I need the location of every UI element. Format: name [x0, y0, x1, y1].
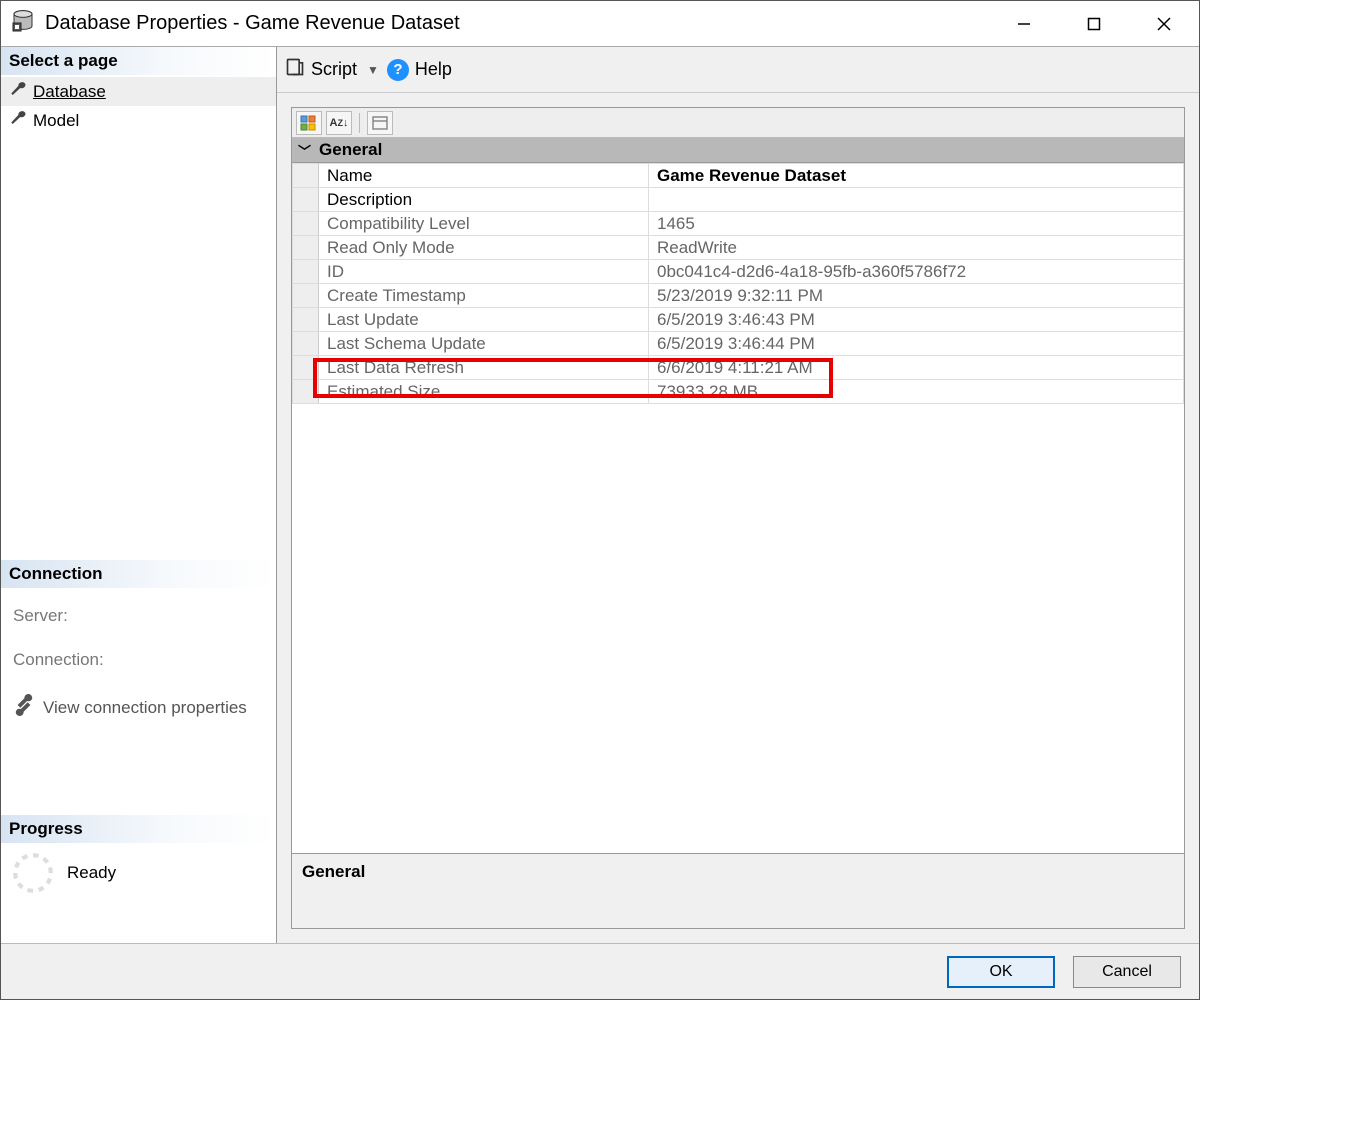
- connection-label: Connection:: [13, 650, 264, 670]
- minimize-button[interactable]: [989, 1, 1059, 46]
- property-row[interactable]: NameGame Revenue Dataset: [293, 164, 1184, 188]
- property-value: 0bc041c4-d2d6-4a18-95fb-a360f5786f72: [649, 260, 1184, 284]
- alphabetical-button[interactable]: AZ↓: [326, 111, 352, 135]
- property-name: Create Timestamp: [319, 284, 649, 308]
- property-row[interactable]: Read Only ModeReadWrite: [293, 236, 1184, 260]
- wrench-icon: [9, 80, 27, 103]
- help-button[interactable]: ? Help: [387, 59, 452, 81]
- property-value[interactable]: Game Revenue Dataset: [649, 164, 1184, 188]
- chevron-down-icon: ﹀: [298, 141, 311, 160]
- property-grid: AZ↓ ﹀ General NameGame Revenue DatasetDe…: [291, 107, 1185, 929]
- property-row[interactable]: Estimated Size73933.28 MB: [293, 380, 1184, 404]
- close-button[interactable]: [1129, 1, 1199, 46]
- property-name: Name: [319, 164, 649, 188]
- property-row[interactable]: Last Data Refresh6/6/2019 4:11:21 AM: [293, 356, 1184, 380]
- property-row[interactable]: Last Schema Update6/5/2019 3:46:44 PM: [293, 332, 1184, 356]
- server-label: Server:: [13, 606, 264, 626]
- property-row[interactable]: Description: [293, 188, 1184, 212]
- description-label: General: [302, 862, 365, 881]
- property-value: ReadWrite: [649, 236, 1184, 260]
- property-name: Last Schema Update: [319, 332, 649, 356]
- property-name: Estimated Size: [319, 380, 649, 404]
- sidebar-item-label: Model: [33, 111, 79, 131]
- description-pane: General: [292, 853, 1184, 928]
- sidebar-item-model[interactable]: Model: [1, 106, 276, 135]
- dialog-footer: OK Cancel: [1, 943, 1199, 999]
- script-button[interactable]: Script ▼: [285, 57, 379, 82]
- script-label: Script: [311, 59, 357, 80]
- group-label: General: [319, 140, 382, 160]
- property-name: ID: [319, 260, 649, 284]
- property-name: Last Update: [319, 308, 649, 332]
- property-name: Compatibility Level: [319, 212, 649, 236]
- connection-header: Connection: [1, 560, 276, 588]
- property-row[interactable]: Create Timestamp5/23/2019 9:32:11 PM: [293, 284, 1184, 308]
- property-value: 6/5/2019 3:46:44 PM: [649, 332, 1184, 356]
- categorized-button[interactable]: [296, 111, 322, 135]
- help-icon: ?: [387, 59, 409, 81]
- property-name: Read Only Mode: [319, 236, 649, 260]
- window-title: Database Properties - Game Revenue Datas…: [45, 12, 460, 35]
- property-grid-toolbar: AZ↓: [292, 108, 1184, 138]
- cancel-button[interactable]: Cancel: [1073, 956, 1181, 988]
- property-row[interactable]: ID0bc041c4-d2d6-4a18-95fb-a360f5786f72: [293, 260, 1184, 284]
- wrench-icon: [9, 109, 27, 132]
- titlebar: Database Properties - Game Revenue Datas…: [1, 1, 1199, 47]
- ok-button[interactable]: OK: [947, 956, 1055, 988]
- select-page-header: Select a page: [1, 47, 276, 75]
- property-pages-button[interactable]: [367, 111, 393, 135]
- group-header-general[interactable]: ﹀ General: [292, 138, 1184, 163]
- property-value: 6/6/2019 4:11:21 AM: [649, 356, 1184, 380]
- sidebar-item-label: Database: [33, 82, 106, 102]
- property-value: 5/23/2019 9:32:11 PM: [649, 284, 1184, 308]
- content-pane: Script ▼ ? Help AZ↓: [277, 47, 1199, 943]
- script-icon: [285, 57, 305, 82]
- progress-header: Progress: [1, 815, 276, 843]
- view-connection-properties-label: View connection properties: [43, 698, 247, 718]
- chevron-down-icon: ▼: [367, 63, 379, 77]
- wrench-tools-icon: [13, 694, 35, 721]
- content-toolbar: Script ▼ ? Help: [277, 47, 1199, 93]
- progress-status: Ready: [67, 863, 116, 883]
- property-value: 6/5/2019 3:46:43 PM: [649, 308, 1184, 332]
- property-row[interactable]: Last Update6/5/2019 3:46:43 PM: [293, 308, 1184, 332]
- property-row[interactable]: Compatibility Level1465: [293, 212, 1184, 236]
- property-value: 1465: [649, 212, 1184, 236]
- sidebar-item-database[interactable]: Database: [1, 77, 276, 106]
- property-name: Last Data Refresh: [319, 356, 649, 380]
- progress-spinner-icon: [13, 853, 53, 893]
- property-value: 73933.28 MB: [649, 380, 1184, 404]
- maximize-button[interactable]: [1059, 1, 1129, 46]
- database-icon: [11, 9, 35, 39]
- help-label: Help: [415, 59, 452, 80]
- sidebar: Select a page Database Model Connection S…: [1, 47, 277, 943]
- property-value[interactable]: [649, 188, 1184, 212]
- property-name: Description: [319, 188, 649, 212]
- view-connection-properties-link[interactable]: View connection properties: [13, 694, 264, 721]
